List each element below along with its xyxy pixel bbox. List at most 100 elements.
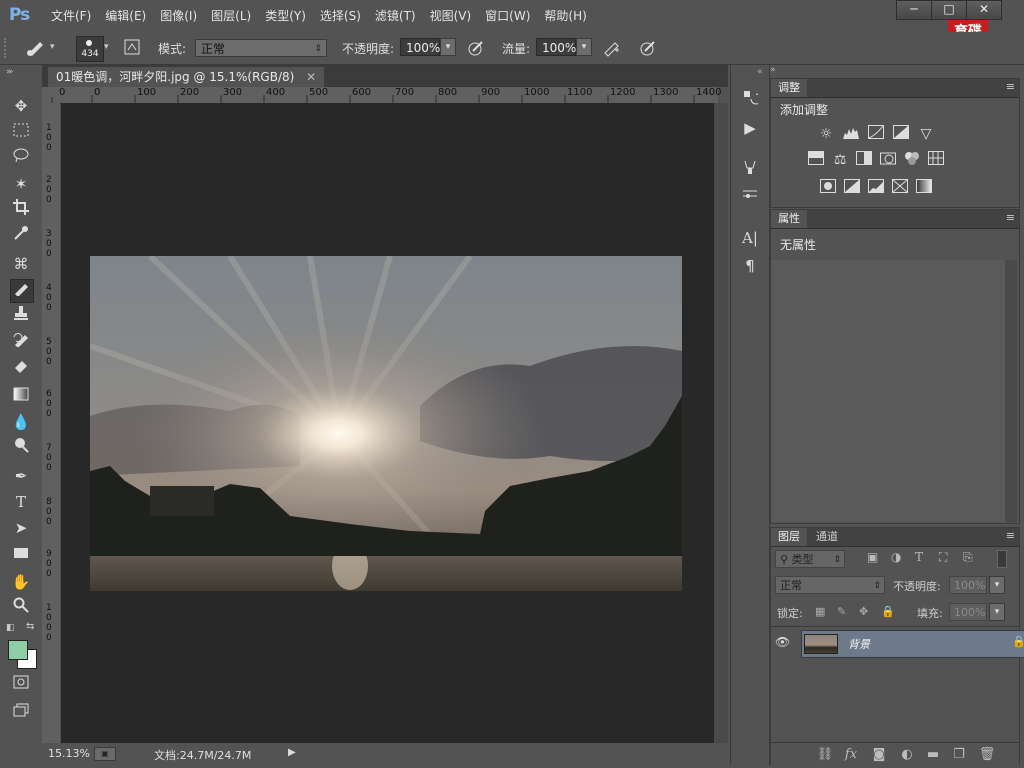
history-panel-icon[interactable] (739, 89, 762, 111)
fill-arrow[interactable]: ▾ (989, 603, 1005, 621)
horizontal-ruler[interactable]: 0 0 100 200 300 400 500 600 700 800 900 … (42, 87, 721, 104)
channel-mixer-icon[interactable] (903, 151, 921, 169)
lock-transparency-icon[interactable]: ▦ (815, 605, 825, 618)
menu-file[interactable]: 文件(F) (44, 7, 98, 24)
layer-name[interactable]: 背景 (848, 636, 870, 652)
close-button[interactable]: ✕ (966, 0, 1002, 20)
menu-layer[interactable]: 图层(L) (204, 7, 258, 24)
brush-picker-arrow[interactable]: ▾ (104, 42, 109, 52)
black-white-icon[interactable] (855, 151, 873, 169)
character-panel-icon[interactable]: A| (739, 227, 761, 249)
visibility-eye-icon[interactable]: 👁 (775, 635, 790, 649)
panel-menu-icon[interactable]: ≡ (1006, 80, 1015, 93)
menu-select[interactable]: 选择(S) (313, 7, 368, 24)
flow-field[interactable]: 100% (536, 38, 576, 56)
blur-tool-icon[interactable]: 💧 (10, 411, 32, 433)
tab-properties[interactable]: 属性 (771, 210, 807, 228)
layer-row-background[interactable]: 背景 🔒 (801, 630, 1024, 658)
menu-help[interactable]: 帮助(H) (537, 7, 593, 24)
brightness-contrast-icon[interactable]: ☼ (817, 125, 835, 143)
filter-shape-icon[interactable]: ⛶ (939, 550, 947, 565)
clone-stamp-icon[interactable] (10, 305, 32, 327)
minimize-button[interactable]: ─ (896, 0, 932, 20)
foreground-color-swatch[interactable] (8, 640, 28, 660)
move-tool-icon[interactable]: ✥ (10, 95, 32, 117)
default-colors-icon[interactable]: ◧ (6, 623, 15, 633)
menu-view[interactable]: 视图(V) (423, 7, 479, 24)
type-tool-icon[interactable]: T (10, 491, 32, 513)
pressure-size-icon[interactable] (638, 38, 658, 58)
layer-opacity-field[interactable]: 100% (949, 576, 987, 594)
lock-pixels-icon[interactable]: ✎ (837, 605, 846, 618)
quick-mask-icon[interactable] (10, 673, 32, 695)
expand-dock-icon[interactable]: « (757, 67, 763, 77)
pressure-opacity-icon[interactable] (466, 38, 486, 58)
gradient-map-icon[interactable] (915, 179, 933, 197)
filter-toggle[interactable] (997, 550, 1007, 568)
menu-image[interactable]: 图像(I) (153, 7, 204, 24)
new-adjustment-layer-icon[interactable]: ◐ (897, 747, 917, 762)
color-lookup-icon[interactable] (927, 151, 945, 169)
status-menu-arrow[interactable]: ▶ (288, 747, 296, 758)
filter-adjustment-icon[interactable]: ◑ (891, 550, 901, 564)
brush-presets-icon[interactable] (739, 185, 761, 207)
zoom-tool-icon[interactable] (10, 597, 32, 619)
rectangle-tool-icon[interactable] (10, 543, 32, 565)
flow-dropdown-arrow[interactable]: ▾ (576, 38, 592, 56)
collapse-panel-icon[interactable]: » (8, 67, 14, 77)
collapse-dock-icon[interactable]: » (770, 65, 776, 75)
document-image[interactable] (90, 256, 682, 591)
panel-menu-icon[interactable]: ≡ (1006, 529, 1015, 542)
filter-pixel-icon[interactable]: ▣ (867, 550, 878, 564)
menu-edit[interactable]: 编辑(E) (98, 7, 153, 24)
brush-size-picker[interactable]: 434 (76, 36, 104, 62)
opacity-field[interactable]: 100% (400, 38, 440, 56)
vibrance-icon[interactable]: ▽ (917, 125, 935, 143)
menu-window[interactable]: 窗口(W) (478, 7, 537, 24)
crop-tool-icon[interactable] (10, 199, 32, 221)
invert-icon[interactable] (819, 179, 837, 197)
lock-position-icon[interactable]: ✥ (859, 605, 868, 618)
new-layer-icon[interactable]: ❐ (949, 747, 969, 762)
new-group-icon[interactable]: ▬ (923, 747, 943, 762)
swap-colors-icon[interactable]: ⇆ (26, 621, 34, 632)
delete-layer-icon[interactable]: 🗑 (977, 747, 997, 762)
gradient-tool-icon[interactable] (10, 385, 32, 407)
magic-wand-icon[interactable]: ✶ (10, 173, 32, 195)
lasso-tool-icon[interactable] (10, 147, 32, 169)
pen-tool-icon[interactable]: ✒ (10, 465, 32, 487)
link-layers-icon[interactable]: ⛓ (815, 747, 835, 762)
properties-scrollbar[interactable] (1005, 260, 1017, 522)
lock-all-icon[interactable]: 🔒 (881, 605, 895, 618)
levels-icon[interactable] (842, 125, 860, 143)
curves-icon[interactable] (867, 125, 885, 143)
actions-panel-icon[interactable]: ▶ (739, 117, 761, 139)
tab-adjustments[interactable]: 调整 (771, 79, 807, 97)
marquee-tool-icon[interactable] (10, 121, 32, 143)
grip-handle[interactable] (4, 38, 12, 58)
close-tab-icon[interactable]: ✕ (306, 70, 316, 84)
dodge-tool-icon[interactable] (10, 437, 32, 459)
preset-dropdown-arrow[interactable]: ▾ (50, 42, 55, 52)
healing-brush-icon[interactable]: ⌘ (10, 253, 32, 275)
blend-mode-select[interactable]: 正常 ⇕ (775, 576, 885, 594)
hue-saturation-icon[interactable] (807, 151, 825, 169)
threshold-icon[interactable] (867, 179, 885, 197)
add-mask-icon[interactable]: ◙ (869, 747, 889, 762)
brush-panel-toggle-icon[interactable] (122, 38, 142, 58)
layer-style-fx-icon[interactable]: fx (841, 747, 861, 762)
vertical-scrollbar[interactable] (714, 103, 728, 743)
layer-opacity-arrow[interactable]: ▾ (989, 576, 1005, 594)
zoom-level[interactable]: 15.13% (48, 747, 90, 760)
fill-field[interactable]: 100% (949, 603, 987, 621)
filter-smart-object-icon[interactable]: ⎘ (963, 550, 973, 565)
airbrush-icon[interactable] (602, 38, 622, 58)
photo-filter-icon[interactable] (879, 151, 897, 169)
color-balance-icon[interactable]: ⚖ (831, 151, 849, 169)
paragraph-panel-icon[interactable]: ¶ (739, 255, 761, 277)
menu-filter[interactable]: 滤镜(T) (368, 7, 423, 24)
hand-tool-icon[interactable]: ✋ (10, 571, 32, 593)
eraser-tool-icon[interactable] (10, 357, 32, 379)
brush-panel-icon[interactable] (739, 159, 761, 181)
exposure-icon[interactable] (892, 125, 910, 143)
